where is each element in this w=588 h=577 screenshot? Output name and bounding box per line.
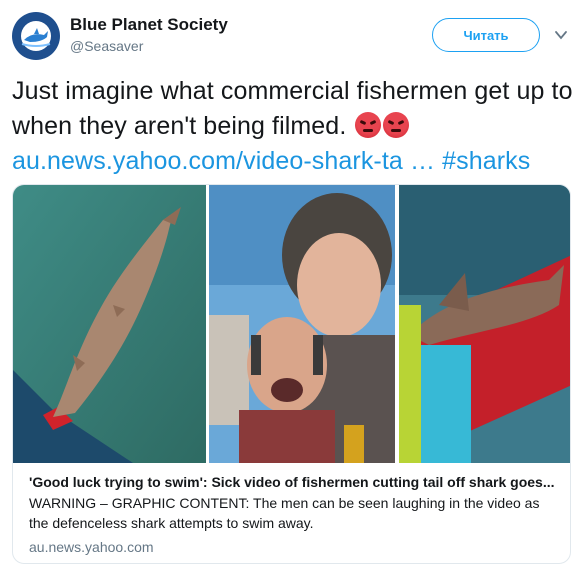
tweet-body: Just imagine what commercial fishermen g… — [12, 77, 573, 140]
avatar[interactable] — [12, 12, 60, 60]
card-image-strip[interactable] — [13, 185, 570, 463]
tweet-link[interactable]: au.news.yahoo.com/video-shark-ta — [12, 147, 403, 175]
card-title[interactable]: 'Good luck trying to swim': Sick video o… — [29, 472, 559, 492]
chevron-down-icon[interactable] — [554, 28, 568, 42]
card-description: WARNING – GRAPHIC CONTENT: The men can b… — [29, 495, 540, 531]
hashtag-link[interactable]: #sharks — [442, 147, 530, 175]
angry-face-icon — [355, 112, 382, 138]
tweet-text: Just imagine what commercial fishermen g… — [12, 74, 580, 179]
user-names: Blue Planet Society @Seasaver — [70, 14, 228, 56]
tweet-header: Blue Planet Society @Seasaver Читать — [12, 10, 576, 62]
display-name[interactable]: Blue Planet Society — [70, 14, 228, 36]
card-image-tail — [399, 185, 570, 463]
tweet-link-ellipsis[interactable]: … — [410, 147, 435, 175]
card-image-fishermen — [209, 185, 395, 463]
angry-face-icon — [383, 112, 410, 138]
card-image-shark — [13, 185, 206, 463]
link-card[interactable]: 'Good luck trying to swim': Sick video o… — [12, 184, 571, 564]
follow-button[interactable]: Читать — [432, 18, 540, 52]
shark-logo-icon — [13, 13, 59, 59]
card-domain: au.news.yahoo.com — [29, 539, 154, 555]
user-handle[interactable]: @Seasaver — [70, 36, 228, 56]
